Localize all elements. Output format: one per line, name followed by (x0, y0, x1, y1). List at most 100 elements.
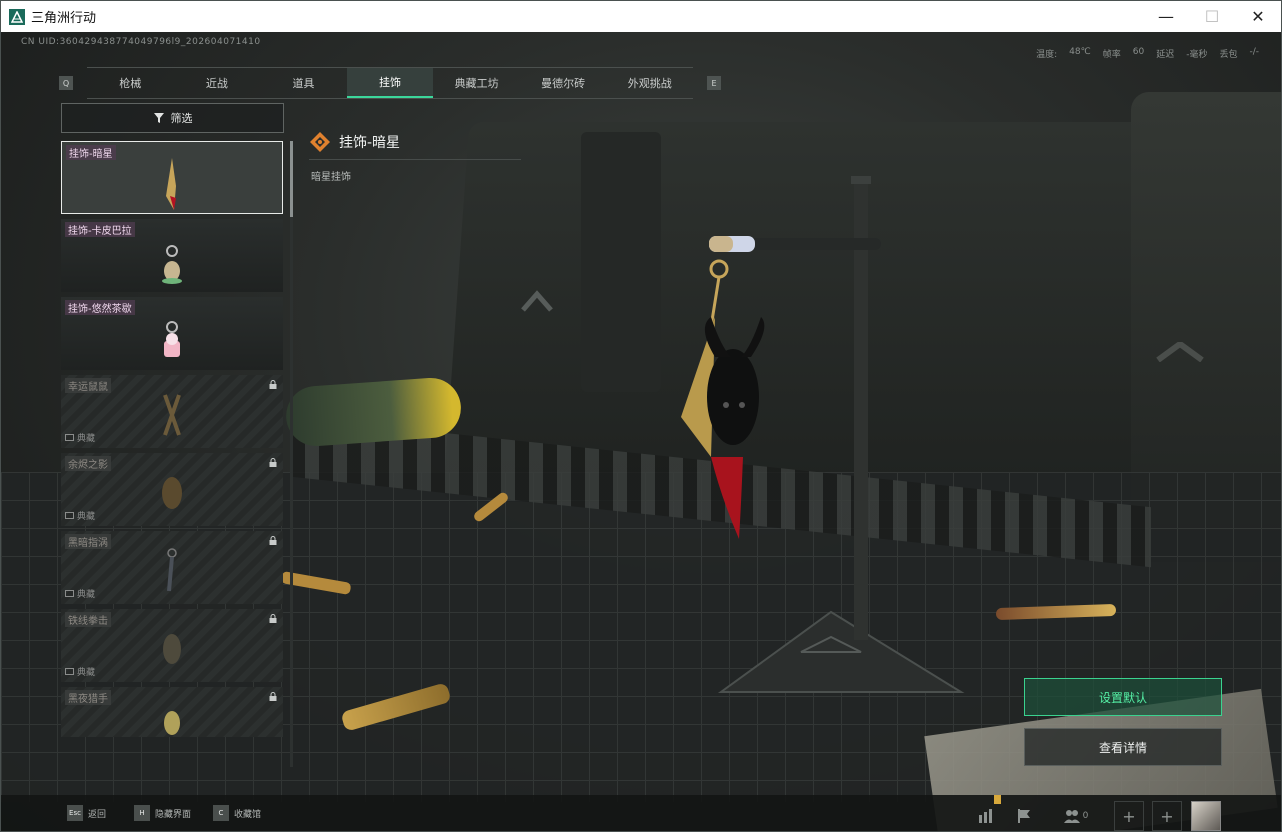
fps-value: 60 (1132, 47, 1145, 57)
minimize-icon[interactable]: — (1143, 1, 1189, 32)
tab-prev-key[interactable]: Q (59, 76, 73, 90)
key-box: Esc (67, 805, 83, 821)
key-label: 返回 (88, 809, 107, 820)
add-party-slot-icon[interactable]: + (1152, 801, 1182, 831)
list-item[interactable]: 幸运鼠鼠 典藏 (61, 375, 283, 448)
charm-thumbnail (167, 548, 177, 592)
list-item[interactable]: 挂饰-卡皮巴拉 (61, 219, 283, 292)
chevron-up-icon (521, 290, 553, 312)
item-label: 挂饰-卡皮巴拉 (65, 222, 135, 237)
latency-value: -毫秒 (1186, 50, 1208, 60)
charm-thumbnail (162, 477, 182, 509)
tab-next-key[interactable]: E (707, 76, 721, 90)
item-detail: 挂饰-暗星 暗星挂饰 (309, 131, 521, 183)
temp-value: 48℃ (1069, 47, 1091, 57)
item-label: 黑暗指涡 (65, 534, 111, 549)
key-label: 收藏馆 (234, 809, 262, 820)
tab-charms[interactable]: 挂饰 (346, 68, 434, 98)
charm-thumbnail (163, 634, 181, 664)
tab-items[interactable]: 道具 (260, 68, 347, 98)
diamond-rarity-icon (310, 132, 330, 152)
filter-button[interactable]: 筛选 (61, 103, 284, 133)
chevron-up-icon (1156, 340, 1204, 363)
tab-mandel-brick[interactable]: 曼德尔砖 (520, 68, 607, 98)
tag-label: 典藏 (77, 590, 96, 600)
maximize-icon[interactable]: ☐ (1189, 1, 1235, 32)
temp-label: 温度: (1036, 50, 1058, 60)
game-window: 三角洲行动 — ☐ ✕ CN UID:360429438774049796l9_… (0, 0, 1282, 832)
avatar[interactable] (1191, 801, 1221, 831)
filter-icon (153, 113, 164, 123)
packet-loss-label: 丢包 (1219, 50, 1238, 60)
tab-melee[interactable]: 近战 (174, 68, 261, 98)
stats-chart-icon[interactable] (971, 801, 1001, 831)
key-box: H (134, 805, 150, 821)
charm-dark-star (681, 259, 765, 539)
list-scrollbar[interactable] (290, 141, 293, 767)
perf-stats: 温度: 48℃ 帧率 60 延迟 -毫秒 丢包 -/- (1036, 47, 1259, 60)
lock-icon (269, 692, 277, 701)
divider (309, 159, 521, 160)
charm-thumbnail (164, 321, 180, 357)
lock-icon (269, 380, 277, 389)
item-label: 幸运鼠鼠 (65, 378, 111, 393)
item-label: 余烬之影 (65, 456, 111, 471)
list-item[interactable]: 余烬之影 典藏 (61, 453, 283, 526)
back-key[interactable]: Esc 返回 (67, 805, 106, 821)
case-latch (581, 132, 661, 392)
item-label: 挂饰-暗星 (66, 145, 116, 160)
lock-icon (269, 458, 277, 467)
charm-list: 挂饰-暗星 挂饰-卡皮巴拉 挂饰-悠然茶歇 幸运鼠鼠 典藏 余烬之影 典藏 黑暗… (61, 141, 287, 742)
packet-loss-value: -/- (1249, 47, 1259, 57)
fps-label: 帧率 (1102, 50, 1121, 60)
charm-thumbnail (163, 394, 181, 436)
list-item[interactable]: 挂饰-悠然茶歇 (61, 297, 283, 370)
filter-label: 筛选 (170, 112, 193, 125)
flag-icon[interactable] (1009, 801, 1039, 831)
set-default-button[interactable]: 设置默认 (1024, 678, 1222, 716)
key-label: 隐藏界面 (155, 809, 192, 820)
collection-hall-key[interactable]: C 收藏馆 (213, 805, 261, 821)
friends-button[interactable]: 0 (1056, 801, 1096, 831)
lock-icon (269, 614, 277, 623)
collection-tag: 典藏 (65, 587, 95, 600)
tab-appearance-challenge[interactable]: 外观挑战 (606, 68, 693, 98)
list-item[interactable]: 挂饰-暗星 (61, 141, 283, 214)
hide-ui-key[interactable]: H 隐藏界面 (134, 805, 191, 821)
tab-firearms[interactable]: 枪械 (87, 68, 174, 98)
image-icon (65, 434, 74, 441)
view-details-button[interactable]: 查看详情 (1024, 728, 1222, 766)
collection-tag: 典藏 (65, 665, 95, 678)
category-tabs: 枪械 近战 道具 挂饰 典藏工坊 曼德尔砖 外观挑战 (87, 67, 693, 99)
tab-collection-workshop[interactable]: 典藏工坊 (433, 68, 520, 98)
tag-label: 典藏 (77, 512, 96, 522)
close-icon[interactable]: ✕ (1235, 1, 1281, 32)
image-icon (65, 512, 74, 519)
charm-thumbnail (162, 245, 182, 284)
scrollbar-thumb[interactable] (290, 141, 293, 217)
friends-icon (1063, 810, 1080, 823)
collection-tag: 典藏 (65, 509, 95, 522)
detail-description: 暗星挂饰 (311, 172, 351, 183)
charm-thumbnail (166, 158, 176, 210)
image-icon (65, 668, 74, 675)
spray-can (284, 375, 463, 449)
title-bar: 三角洲行动 — ☐ ✕ (1, 1, 1281, 32)
image-icon (65, 590, 74, 597)
detail-title: 挂饰-暗星 (339, 135, 401, 151)
list-item[interactable]: 黑夜猎手 (61, 687, 283, 737)
detail-header: 挂饰-暗星 (309, 131, 400, 153)
add-party-slot-icon[interactable]: + (1114, 801, 1144, 831)
tag-label: 典藏 (77, 434, 96, 444)
friends-count: 0 (1082, 811, 1089, 821)
list-item[interactable]: 铁线拳击 典藏 (61, 609, 283, 682)
tag-label: 典藏 (77, 668, 96, 678)
key-box: C (213, 805, 229, 821)
item-label: 铁线拳击 (65, 612, 111, 627)
app-icon (9, 8, 25, 25)
charm-list-panel: 筛选 挂饰-暗星 挂饰-卡皮巴拉 挂饰-悠然茶歇 幸运鼠鼠 典藏 余烬之影 典藏… (61, 103, 287, 765)
list-item[interactable]: 黑暗指涡 典藏 (61, 531, 283, 604)
lock-icon (269, 536, 277, 545)
item-label: 黑夜猎手 (65, 690, 111, 705)
item-label: 挂饰-悠然茶歇 (65, 300, 135, 315)
